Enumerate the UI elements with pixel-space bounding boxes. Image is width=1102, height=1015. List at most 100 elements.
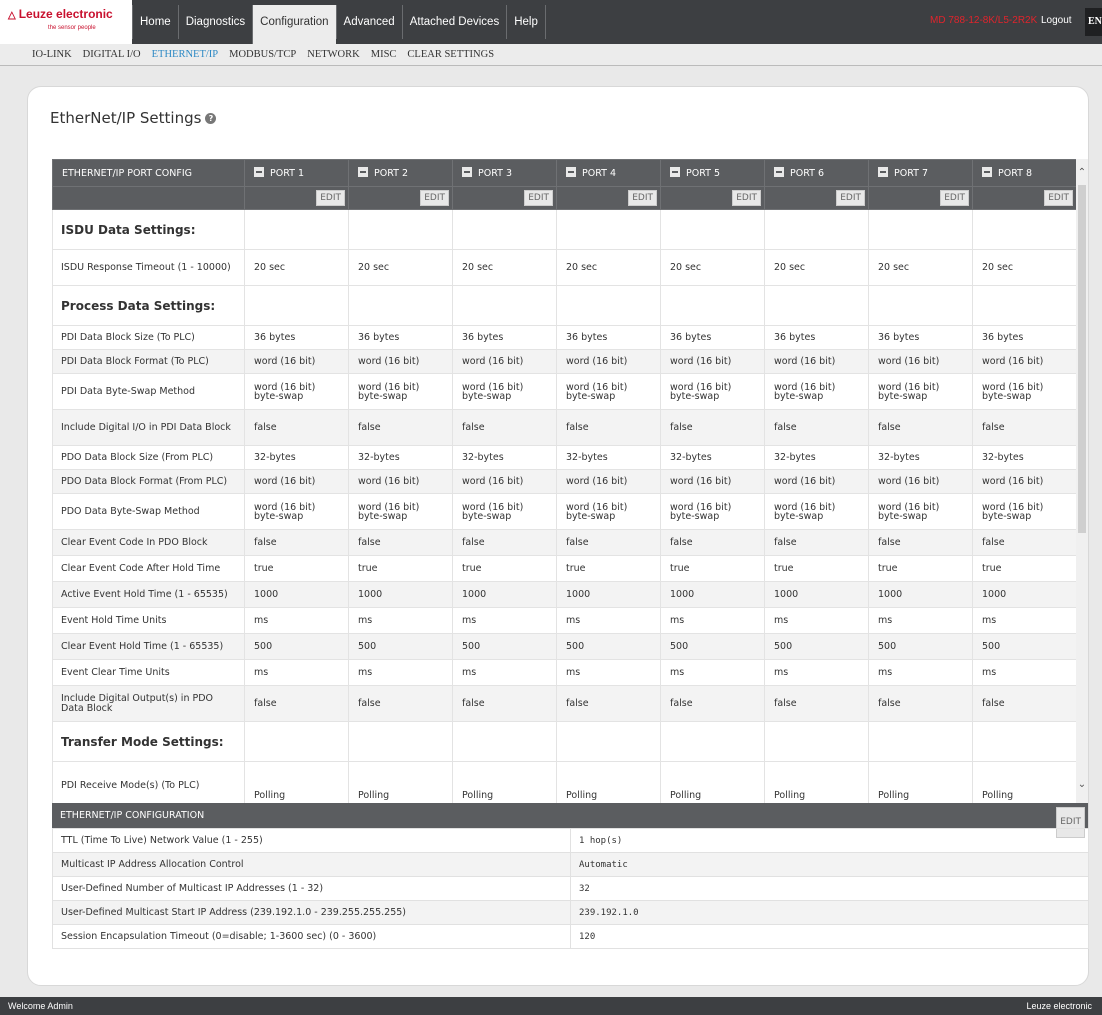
collapse-minus-icon[interactable] xyxy=(254,167,264,177)
cell-value xyxy=(244,721,349,762)
table-row: TTL (Time To Live) Network Value (1 - 25… xyxy=(52,828,1089,853)
collapse-minus-icon[interactable] xyxy=(670,167,680,177)
nav-home[interactable]: Home xyxy=(132,5,178,39)
port-8-edit-button[interactable]: EDIT xyxy=(1044,190,1073,206)
cell-value xyxy=(972,285,1077,326)
nav-attached-devices[interactable]: Attached Devices xyxy=(401,5,507,39)
row-label: Include Digital Output(s) in PDO Data Bl… xyxy=(52,685,245,722)
cell-value: 20 sec xyxy=(972,249,1077,286)
cell-value: true xyxy=(244,555,349,582)
nav-configuration[interactable]: Configuration xyxy=(252,5,336,44)
table-row: Event Clear Time Units ms ms ms ms ms ms ms ms xyxy=(52,659,1077,686)
port-header-4[interactable]: PORT 4 xyxy=(556,159,661,187)
cell-value: Polling xyxy=(452,761,557,803)
table-row: Active Event Hold Time (1 - 65535) 1000 10… xyxy=(52,581,1077,608)
cell-value: 32-bytes xyxy=(972,445,1077,470)
config-value: 120 xyxy=(570,924,1089,949)
subnav-io-link[interactable]: IO-LINK xyxy=(32,44,72,65)
nav-advanced[interactable]: Advanced xyxy=(335,5,402,39)
port-header-7[interactable]: PORT 7 xyxy=(868,159,973,187)
port-table-scrollbar[interactable]: ⌃ ⌄ xyxy=(1076,159,1088,803)
scroll-down-icon[interactable]: ⌄ xyxy=(1076,779,1088,791)
brand-logo[interactable]: △ Leuze electronic the sensor people xyxy=(0,0,132,44)
cell-value: word (16 bit) xyxy=(764,469,869,494)
logout-link[interactable]: Logout xyxy=(1041,15,1072,26)
subnav-misc[interactable]: MISC xyxy=(371,44,397,65)
section-heading: Transfer Mode Settings: xyxy=(52,721,245,762)
port-header-8[interactable]: PORT 8 xyxy=(972,159,1077,187)
cell-value: false xyxy=(660,529,765,556)
cell-value: 1000 xyxy=(348,581,453,608)
table-row: PDO Data Byte-Swap Method word (16 bit) b… xyxy=(52,493,1077,530)
collapse-minus-icon[interactable] xyxy=(878,167,888,177)
table-row: PDO Data Block Format (From PLC) word (16… xyxy=(52,469,1077,494)
cell-value xyxy=(660,285,765,326)
port-edit-cell: EDIT xyxy=(556,186,661,210)
row-label: PDI Data Block Format (To PLC) xyxy=(52,349,245,374)
port-2-edit-button[interactable]: EDIT xyxy=(420,190,449,206)
cell-value: 36 bytes xyxy=(556,325,661,350)
subnav-network[interactable]: NETWORK xyxy=(307,44,360,65)
port-edit-cell: EDIT xyxy=(244,186,349,210)
row-label: PDI Data Block Size (To PLC) xyxy=(52,325,245,350)
config-label: User-Defined Number of Multicast IP Addr… xyxy=(52,876,571,901)
scroll-thumb[interactable] xyxy=(1078,185,1086,533)
table-row: Clear Event Code After Hold Time true true… xyxy=(52,555,1077,582)
cell-value: 500 xyxy=(972,633,1077,660)
cell-value: 1000 xyxy=(764,581,869,608)
port-6-edit-button[interactable]: EDIT xyxy=(836,190,865,206)
cell-value: false xyxy=(556,529,661,556)
port-3-edit-button[interactable]: EDIT xyxy=(524,190,553,206)
port-header-5[interactable]: PORT 5 xyxy=(660,159,765,187)
subnav-modbus-tcp[interactable]: MODBUS/TCP xyxy=(229,44,296,65)
cell-value xyxy=(556,721,661,762)
row-label: Event Hold Time Units xyxy=(52,607,245,634)
cell-value: false xyxy=(556,409,661,446)
collapse-minus-icon[interactable] xyxy=(462,167,472,177)
port-header-2[interactable]: PORT 2 xyxy=(348,159,453,187)
collapse-minus-icon[interactable] xyxy=(774,167,784,177)
language-selector[interactable]: EN xyxy=(1085,8,1102,36)
config-value: 1 hop(s) xyxy=(570,828,1089,853)
cell-value: word (16 bit) byte-swap xyxy=(972,493,1077,530)
port-5-edit-button[interactable]: EDIT xyxy=(732,190,761,206)
help-icon[interactable]: ? xyxy=(205,113,217,124)
cell-value xyxy=(244,285,349,326)
nav-diagnostics[interactable]: Diagnostics xyxy=(177,5,252,39)
port-header-6[interactable]: PORT 6 xyxy=(764,159,869,187)
port-header-1[interactable]: PORT 1 xyxy=(244,159,349,187)
row-label: PDO Data Byte-Swap Method xyxy=(52,493,245,530)
cell-value: 32-bytes xyxy=(764,445,869,470)
scroll-up-icon[interactable]: ⌃ xyxy=(1076,167,1088,179)
cell-value: false xyxy=(348,409,453,446)
port-header-3[interactable]: PORT 3 xyxy=(452,159,557,187)
cell-value: false xyxy=(764,685,869,722)
cell-value xyxy=(764,721,869,762)
cell-value: 32-bytes xyxy=(348,445,453,470)
row-label: PDO Data Block Format (From PLC) xyxy=(52,469,245,494)
cell-value: word (16 bit) xyxy=(868,469,973,494)
cell-value: word (16 bit) xyxy=(452,349,557,374)
table-row: PDO Data Block Size (From PLC) 32-bytes 32… xyxy=(52,445,1077,470)
cell-value: ms xyxy=(556,659,661,686)
port-4-edit-button[interactable]: EDIT xyxy=(628,190,657,206)
cell-value: false xyxy=(556,685,661,722)
cell-value: false xyxy=(764,529,869,556)
cell-value xyxy=(764,285,869,326)
cell-value: Polling xyxy=(556,761,661,803)
port-7-edit-button[interactable]: EDIT xyxy=(940,190,969,206)
subnav-digital-i-o[interactable]: DIGITAL I/O xyxy=(83,44,141,65)
subnav-clear-settings[interactable]: CLEAR SETTINGS xyxy=(407,44,494,65)
collapse-minus-icon[interactable] xyxy=(358,167,368,177)
eip-config-table: TTL (Time To Live) Network Value (1 - 25… xyxy=(52,828,1089,949)
subnav-ethernet-ip[interactable]: ETHERNET/IP xyxy=(152,44,219,65)
collapse-minus-icon[interactable] xyxy=(566,167,576,177)
collapse-minus-icon[interactable] xyxy=(982,167,992,177)
cell-value: false xyxy=(452,529,557,556)
table-row: Event Hold Time Units ms ms ms ms ms ms ms ms xyxy=(52,607,1077,634)
cell-value: false xyxy=(764,409,869,446)
cell-value xyxy=(348,721,453,762)
nav-help[interactable]: Help xyxy=(506,5,546,39)
port-1-edit-button[interactable]: EDIT xyxy=(316,190,345,206)
cell-value: Polling xyxy=(764,761,869,803)
